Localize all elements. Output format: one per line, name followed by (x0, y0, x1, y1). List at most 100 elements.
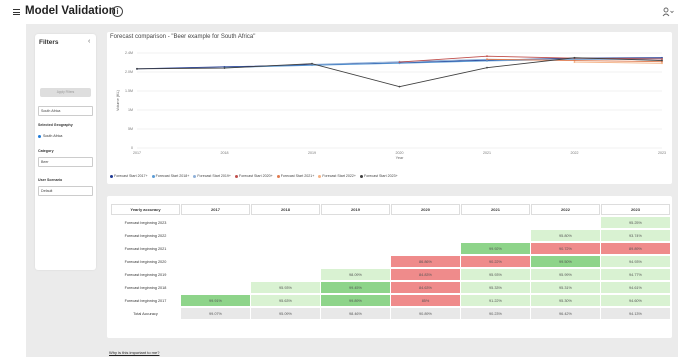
why-important-link[interactable]: Why is this important to me? (109, 350, 159, 355)
series-point (486, 58, 488, 61)
legend-item[interactable]: Forecast Start 2019+ (193, 174, 231, 178)
accuracy-cell: 95.33% (461, 282, 530, 293)
user-icon[interactable] (662, 7, 674, 19)
category-label: Category (38, 149, 54, 153)
series-point (486, 66, 488, 69)
accuracy-cell (251, 217, 320, 228)
legend-dot-icon (360, 174, 364, 178)
accuracy-cell: 94.61% (601, 282, 670, 293)
row-label: Forecast beginning 2017 (124, 298, 167, 303)
top-bar: Model Validation i (0, 0, 685, 26)
x-tick-label: 2020 (396, 151, 404, 155)
row-label: Forecast beginning 2023 (124, 220, 167, 225)
accuracy-cell (251, 243, 320, 254)
row-label: Forecast beginning 2020 (124, 259, 167, 264)
accuracy-cell (391, 230, 460, 241)
legend-label: Forecast Start 2023+ (364, 174, 398, 178)
accuracy-cell (391, 217, 460, 228)
user-scenario-label: User Scenario (38, 178, 63, 182)
total-cell: 90.89% (391, 308, 460, 319)
x-tick-label: 2023 (658, 151, 666, 155)
series-point (573, 56, 576, 59)
accuracy-table: Yearly accuracy 2017 2018 2019 2020 2021 2022… (110, 202, 671, 321)
accuracy-cell (461, 217, 530, 228)
total-cell: 90.23% (461, 308, 530, 319)
accuracy-cell (321, 243, 390, 254)
y-tick-label: 2.4M (125, 51, 133, 55)
year-header: 2018 (251, 204, 320, 215)
geography-item-label: South Africa (43, 134, 63, 138)
year-header: 2023 (601, 204, 670, 215)
filters-title: Filters (39, 39, 59, 46)
legend-item[interactable]: Forecast Start 2018+ (151, 174, 190, 178)
accuracy-cell: 95.93% (251, 282, 320, 293)
series-point (311, 62, 313, 65)
series-point (573, 59, 576, 62)
accuracy-cell: 95.30% (531, 295, 600, 306)
accuracy-cell (181, 217, 250, 228)
legend-dot-icon (318, 174, 322, 178)
table-row: Forecast beginning 2022 95.80% 93.74% (111, 230, 670, 241)
y-tick-label: 1.5M (125, 89, 133, 93)
apply-filters-button[interactable]: Apply Filters (40, 88, 91, 97)
series-point (486, 55, 488, 58)
accuracy-cell: 90.22% (461, 256, 530, 267)
table-row: Forecast beginning 2023 95.25% (111, 217, 670, 228)
legend-item[interactable]: Forecast Start 2020+ (235, 174, 273, 178)
series-point (398, 61, 401, 64)
accuracy-cell: 99.45% (321, 282, 390, 293)
geography-search-input[interactable]: South Africa (38, 106, 93, 116)
legend-label: Forecast Start 2021+ (280, 174, 315, 178)
legend-item[interactable]: Forecast Start 2022+ (318, 174, 356, 178)
y-tick-label: 5M (128, 127, 133, 131)
x-tick-label: 2021 (483, 151, 491, 155)
accuracy-cell: 95.63% (251, 295, 320, 306)
accuracy-cell: 95.93% (461, 269, 530, 280)
filters-panel: Filters ‹ Apply Filters South Africa Sel… (35, 34, 96, 270)
legend-dot-icon (193, 174, 197, 178)
year-header: 2022 (531, 204, 600, 215)
legend-item[interactable]: Forecast Start 2017+ (110, 174, 148, 178)
accuracy-cell: 99.50% (531, 256, 600, 267)
y-tick-label: 0 (131, 146, 133, 150)
geography-item[interactable]: South Africa (38, 134, 62, 138)
accuracy-cell: 99.91% (181, 295, 250, 306)
row-label: Forecast beginning 2022 (124, 233, 167, 238)
row-label: Forecast beginning 2018 (124, 285, 167, 290)
forecast-chart: 0 5M 1M 1.5M 2.0M 2.4M 2017 2018 2019 2020 2021 202… (116, 51, 666, 160)
category-select[interactable]: Beer (38, 157, 93, 167)
x-tick-label: 2019 (308, 151, 316, 155)
accuracy-cell: 84.63% (391, 282, 460, 293)
accuracy-cell: 94.60% (601, 295, 670, 306)
x-tick-label: 2017 (133, 151, 141, 155)
yearly-accuracy-header: Yearly accuracy (111, 204, 180, 215)
y-tick-label: 2.0M (125, 70, 133, 74)
collapse-panel-icon[interactable]: ‹ (88, 38, 90, 45)
accuracy-cell (181, 230, 250, 241)
table-row: Forecast beginning 2017 99.91% 95.63% 99.89… (111, 295, 670, 306)
accuracy-cell: 94.77% (601, 269, 670, 280)
accuracy-cell (531, 217, 600, 228)
legend-label: Forecast Start 2020+ (239, 174, 273, 178)
table-row: Forecast beginning 2021 99.92% 90.72% 89.89… (111, 243, 670, 254)
legend-dot-icon (276, 174, 280, 178)
x-axis-label: Year (396, 156, 404, 160)
accuracy-cell: 95.99% (531, 269, 600, 280)
year-header: 2021 (461, 204, 530, 215)
legend-item[interactable]: Forecast Start 2023+ (360, 174, 398, 178)
menu-icon[interactable] (13, 9, 20, 15)
accuracy-cell: 85% (391, 295, 460, 306)
accuracy-cell (251, 230, 320, 241)
info-icon[interactable]: i (112, 6, 123, 17)
year-header: 2019 (321, 204, 390, 215)
user-scenario-select[interactable]: Default (38, 186, 93, 196)
y-tick-label: 1M (128, 108, 133, 112)
legend-label: Forecast Start 2018+ (155, 174, 190, 178)
accuracy-cell (391, 243, 460, 254)
year-header: 2017 (181, 204, 250, 215)
row-label: Forecast beginning 2019 (124, 272, 167, 277)
legend-item[interactable]: Forecast Start 2021+ (276, 174, 315, 178)
accuracy-cell: 93.74% (601, 230, 670, 241)
geography-dot-icon (38, 134, 41, 138)
accuracy-cell (461, 230, 530, 241)
